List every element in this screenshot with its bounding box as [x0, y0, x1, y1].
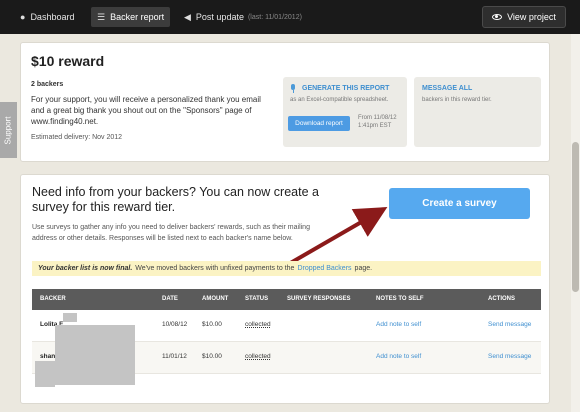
pledge-status: collected	[245, 321, 271, 328]
notice-end: page.	[354, 265, 373, 272]
send-message-link[interactable]: Send message	[488, 353, 531, 360]
table-header: BACKER DATE AMOUNT STATUS SURVEY RESPONS…	[32, 289, 541, 310]
message-all-panel: MESSAGE ALL backers in this reward tier.	[414, 77, 541, 147]
nav-dashboard[interactable]: ● Dashboard	[14, 7, 80, 27]
col-status[interactable]: STATUS	[245, 296, 268, 302]
add-note-link[interactable]: Add note to self	[376, 353, 421, 360]
pledge-date: 11/01/12	[162, 353, 187, 360]
reward-description: For your support, you will receive a per…	[31, 95, 261, 126]
view-project-button[interactable]: View project	[482, 6, 566, 28]
nav-post-update-last: (last: 11/01/2012)	[247, 13, 302, 21]
add-note-link[interactable]: Add note to self	[376, 321, 421, 328]
scrollbar-thumb[interactable]	[572, 142, 579, 292]
report-date-line2: 1:41pm EST	[358, 123, 392, 129]
nav-backer-report-label: Backer report	[110, 12, 165, 22]
create-survey-button[interactable]: Create a survey	[389, 188, 530, 219]
nav-backer-report[interactable]: ☰ Backer report	[91, 7, 171, 27]
col-actions: ACTIONS	[488, 296, 515, 302]
download-report-button[interactable]: Download report	[288, 116, 350, 131]
reward-card: $10 reward 2 backers For your support, y…	[20, 42, 550, 162]
top-navigation-bar: ● Dashboard ☰ Backer report ◀ Post updat…	[0, 0, 580, 34]
col-date[interactable]: DATE	[162, 296, 178, 302]
estimated-delivery: Estimated delivery: Nov 2012	[31, 134, 123, 141]
col-backer[interactable]: BACKER	[40, 296, 66, 302]
support-tab-label: Support	[4, 115, 13, 145]
generate-report-subtitle: as an Excel-compatible spreadsheet.	[290, 97, 389, 103]
report-date-line1: From 11/08/12	[358, 115, 397, 121]
eye-icon	[492, 14, 503, 20]
megaphone-icon: ◀	[184, 11, 191, 22]
backer-list-final-notice: Your backer list is now final. We've mov…	[32, 261, 541, 276]
send-message-link[interactable]: Send message	[488, 321, 531, 328]
list-icon: ☰	[97, 11, 106, 22]
pledge-status: collected	[245, 353, 271, 360]
generate-report-panel: GENERATE THIS REPORT as an Excel-compati…	[283, 77, 407, 147]
nav-dashboard-label: Dashboard	[30, 12, 75, 22]
pledge-amount: $10.00	[202, 321, 222, 328]
generate-report-link[interactable]: GENERATE THIS REPORT	[302, 85, 389, 92]
col-survey-responses: SURVEY RESPONSES	[287, 296, 351, 302]
nav-post-update-label: Post update	[195, 12, 244, 22]
dropped-backers-link[interactable]: Dropped Backers	[297, 265, 351, 272]
reward-title: $10 reward	[31, 53, 105, 69]
col-amount[interactable]: AMOUNT	[202, 296, 228, 302]
scrollbar-track[interactable]	[571, 34, 580, 412]
backers-count: 2 backers	[31, 81, 64, 88]
support-tab[interactable]: Support	[0, 102, 17, 158]
microphone-icon	[290, 84, 296, 93]
survey-card: Need info from your backers? You can now…	[20, 174, 550, 404]
notice-text: We've moved backers with unfixed payment…	[135, 265, 295, 272]
message-all-link[interactable]: MESSAGE ALL	[422, 85, 472, 92]
pledge-date: 10/08/12	[162, 321, 188, 328]
redaction-block	[35, 361, 55, 387]
annotation-arrow-icon	[285, 206, 388, 267]
col-notes-to-self: NOTES TO SELF	[376, 296, 424, 302]
pledge-amount: $10.00	[202, 353, 222, 360]
info-icon: ●	[20, 12, 26, 22]
redaction-block	[63, 313, 77, 322]
message-all-subtitle: backers in this reward tier.	[422, 97, 492, 103]
report-date: From 11/08/12 1:41pm EST	[358, 114, 397, 130]
view-project-label: View project	[507, 12, 556, 22]
notice-bold: Your backer list is now final.	[38, 265, 133, 272]
redaction-block	[55, 325, 135, 385]
nav-post-update[interactable]: ◀ Post update (last: 11/01/2012)	[178, 7, 308, 27]
